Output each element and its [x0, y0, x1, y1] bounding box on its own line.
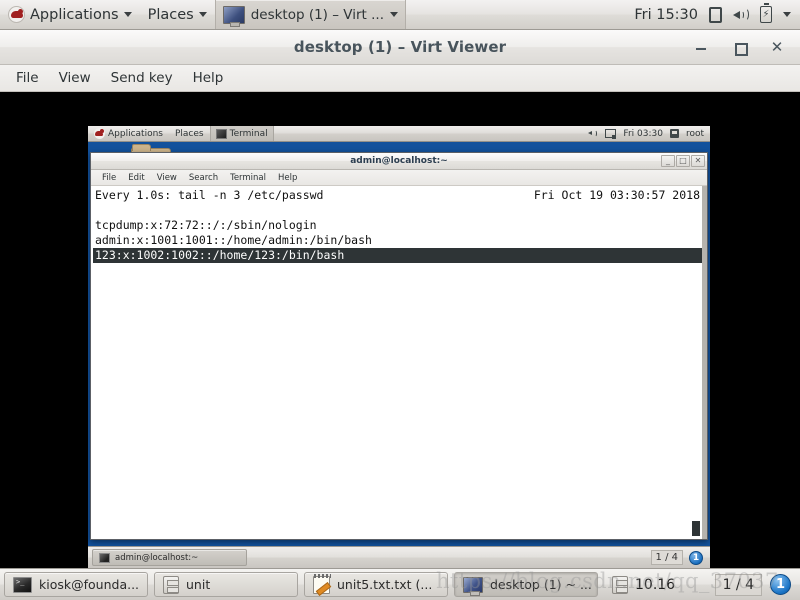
terminal-window[interactable]: admin@localhost:~ _ □ ✕ File Edit View S…: [90, 152, 708, 540]
guest-user-label[interactable]: root: [686, 129, 704, 139]
guest-clock[interactable]: Fri 03:30: [623, 129, 663, 139]
chevron-down-icon[interactable]: [783, 12, 791, 17]
terminal-minimize-button[interactable]: _: [661, 155, 675, 167]
guest-applications-menu[interactable]: Applications: [88, 126, 169, 141]
network-icon[interactable]: [605, 129, 617, 139]
task-button-desktop-virt-viewer[interactable]: desktop (1) ~ ...: [454, 572, 598, 597]
taskbar-clock-item[interactable]: 10.16: [604, 572, 683, 597]
passwd-line-selected: 123:x:1002:1002::/home/123:/bin/bash: [93, 248, 702, 263]
terminal-title: admin@localhost:~: [350, 156, 448, 166]
chevron-down-icon: [123, 12, 132, 17]
terminal-menu-terminal[interactable]: Terminal: [225, 172, 271, 184]
menu-file[interactable]: File: [8, 67, 47, 89]
battery-icon[interactable]: ⚡: [760, 3, 772, 23]
host-window-menu-button[interactable]: desktop (1) – Virt ...: [214, 0, 406, 29]
page-title: desktop (1) – Virt Viewer: [293, 38, 507, 56]
terminal-menu-help[interactable]: Help: [273, 172, 302, 184]
task-button-kiosk[interactable]: kiosk@founda...: [4, 572, 148, 597]
host-top-panel: Applications Places desktop (1) – Virt .…: [0, 0, 800, 30]
terminal-cursor: [692, 521, 700, 536]
virt-viewer-titlebar[interactable]: desktop (1) – Virt Viewer ✕: [0, 30, 800, 65]
terminal-icon: [99, 552, 110, 563]
passwd-line: tcpdump:x:72:72::/:/sbin/nologin: [95, 218, 317, 232]
file-cabinet-icon: [612, 575, 628, 594]
guest-places-label: Places: [174, 128, 204, 139]
redhat-icon: [8, 6, 25, 23]
guest-window-menu-label: Terminal: [229, 128, 268, 139]
virt-viewer-menubar: File View Send key Help: [0, 65, 800, 92]
close-button[interactable]: ✕: [770, 40, 784, 55]
virt-viewer-window: desktop (1) – Virt Viewer ✕ File View Se…: [0, 30, 800, 568]
host-clock[interactable]: Fri 15:30: [634, 7, 698, 23]
volume-icon[interactable]: [733, 8, 749, 22]
host-workspace-badge[interactable]: 1: [770, 574, 791, 595]
guest-task-button-label: admin@localhost:~: [115, 552, 199, 563]
task-button-label: unit: [186, 577, 211, 592]
guest-window-menu-button[interactable]: Terminal: [209, 126, 274, 141]
guest-desktop[interactable]: Applications Places Terminal Fri 03:30 r…: [88, 126, 710, 568]
volume-icon[interactable]: [588, 129, 598, 138]
task-button-label: unit5.txt.txt (...: [337, 577, 433, 592]
terminal-menu-file[interactable]: File: [97, 172, 121, 184]
guest-top-panel: Applications Places Terminal Fri 03:30 r…: [88, 126, 710, 142]
minimize-button[interactable]: [694, 40, 708, 54]
watch-header-line: Every 1.0s: tail -n 3 /etc/passwd Fri Oc…: [93, 188, 702, 203]
monitor-icon: [222, 5, 245, 27]
task-button-label: kiosk@founda...: [39, 577, 140, 592]
terminal-menu-search[interactable]: Search: [184, 172, 223, 184]
watch-command: Every 1.0s: tail -n 3 /etc/passwd: [95, 188, 324, 202]
user-icon: [669, 129, 679, 138]
menu-view[interactable]: View: [51, 67, 99, 89]
redhat-icon: [94, 128, 105, 139]
host-workspace-indicator[interactable]: 1 / 4: [714, 573, 762, 596]
terminal-titlebar[interactable]: admin@localhost:~ _ □ ✕: [91, 153, 707, 170]
task-button-unit[interactable]: unit: [154, 572, 298, 597]
virt-viewer-canvas[interactable]: Applications Places Terminal Fri 03:30 r…: [0, 93, 800, 568]
places-menu-label: Places: [147, 6, 194, 23]
guest-task-button-terminal[interactable]: admin@localhost:~: [92, 549, 247, 566]
menu-send-key[interactable]: Send key: [103, 67, 181, 89]
note-icon[interactable]: [709, 6, 722, 23]
file-cabinet-icon: [163, 575, 179, 594]
maximize-button[interactable]: [732, 40, 748, 56]
applications-menu-label: Applications: [30, 6, 119, 23]
terminal-close-button[interactable]: ✕: [691, 155, 705, 167]
text-editor-icon: [313, 573, 331, 594]
host-taskbar: kiosk@founda... unit unit5.txt.txt (... …: [0, 568, 800, 600]
monitor-icon: [463, 576, 483, 596]
task-button-unit5-txt[interactable]: unit5.txt.txt (...: [304, 572, 448, 597]
host-window-menu-label: desktop (1) – Virt ...: [250, 6, 384, 23]
menu-help[interactable]: Help: [185, 67, 232, 89]
terminal-menu-view[interactable]: View: [152, 172, 182, 184]
terminal-scrollbar[interactable]: [702, 186, 707, 539]
passwd-line: admin:x:1001:1001::/home/admin:/bin/bash: [95, 233, 372, 247]
chevron-down-icon: [389, 12, 398, 17]
taskbar-clock-label: 10.16: [635, 576, 676, 593]
guest-applications-label: Applications: [108, 128, 163, 139]
terminal-icon: [215, 128, 227, 139]
chevron-down-icon: [198, 12, 207, 17]
task-button-label: desktop (1) ~ ...: [490, 577, 592, 592]
guest-workspace-badge[interactable]: 1: [689, 550, 703, 565]
terminal-icon: [13, 576, 32, 593]
guest-places-menu[interactable]: Places: [169, 126, 210, 141]
guest-taskbar: admin@localhost:~ 1 / 4 1: [88, 546, 710, 568]
terminal-menubar: File Edit View Search Terminal Help: [91, 170, 707, 186]
terminal-maximize-button[interactable]: □: [676, 155, 690, 167]
applications-menu[interactable]: Applications: [0, 0, 140, 29]
watch-timestamp: Fri Oct 19 03:30:57 2018: [533, 188, 700, 202]
guest-workspace-indicator[interactable]: 1 / 4: [650, 550, 683, 565]
terminal-menu-edit[interactable]: Edit: [123, 172, 149, 184]
places-menu[interactable]: Places: [140, 0, 215, 29]
terminal-output[interactable]: Every 1.0s: tail -n 3 /etc/passwd Fri Oc…: [91, 186, 707, 539]
